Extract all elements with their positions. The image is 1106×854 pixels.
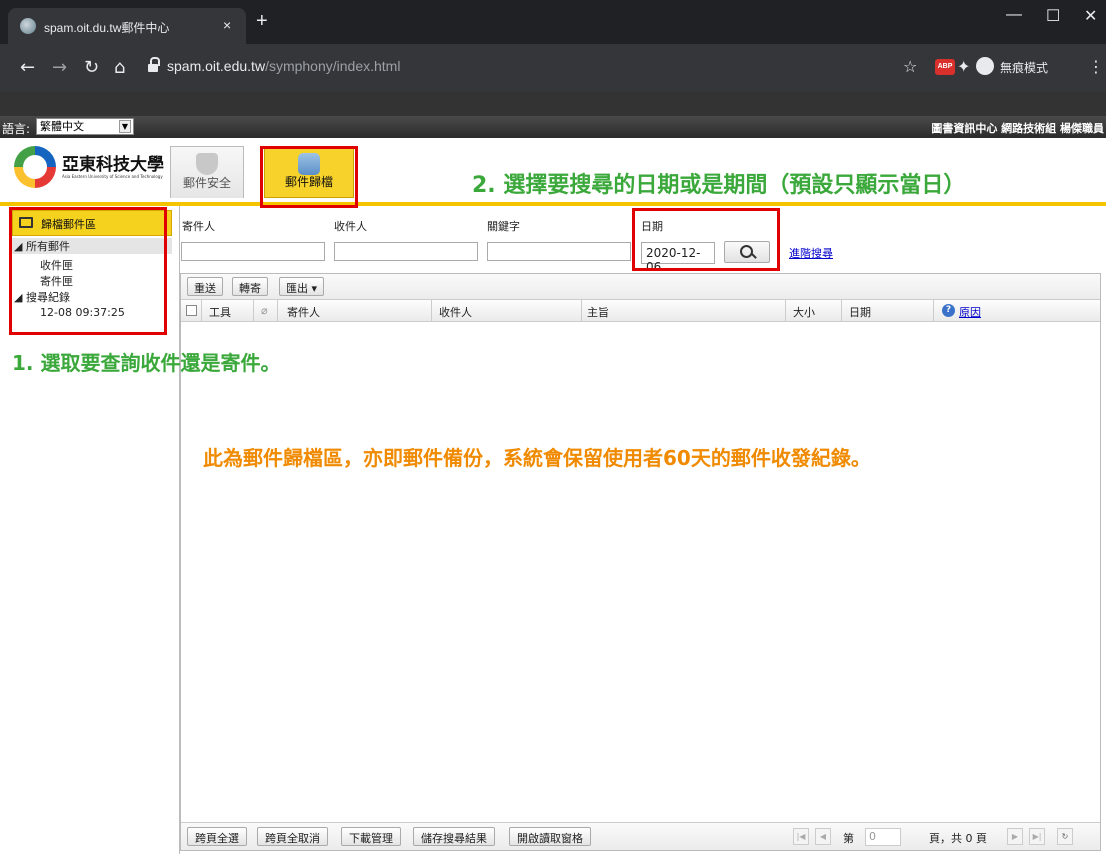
language-label: 語言:: [2, 122, 31, 136]
bookmarks-bar: [0, 92, 1106, 116]
select-all-checkbox[interactable]: [186, 305, 197, 316]
next-page-icon[interactable]: ▶: [1007, 828, 1023, 845]
column-date[interactable]: 日期: [849, 304, 871, 320]
recipient-input[interactable]: [334, 242, 478, 261]
download-management-button[interactable]: 下載管理: [341, 827, 401, 846]
extensions-icon[interactable]: ✦: [957, 57, 970, 76]
column-sender[interactable]: 寄件人: [287, 304, 320, 320]
annotation-box-date: [632, 208, 780, 271]
column-tools[interactable]: 工具: [209, 304, 231, 320]
recipient-label: 收件人: [334, 220, 367, 233]
forward-icon[interactable]: →: [52, 57, 67, 78]
window-close-icon[interactable]: ✕: [1084, 6, 1097, 26]
language-value: 繁體中文: [40, 120, 84, 133]
page-suffix: 頁，共 0 頁: [929, 832, 987, 845]
column-reason[interactable]: 原因: [959, 304, 981, 320]
tab-label: 郵件安全: [182, 176, 231, 190]
language-bar: 語言: 繁體中文 ▼ 圖書資訊中心 網路技術組 楊傑職員: [0, 116, 1106, 138]
prev-page-icon[interactable]: ◀: [815, 828, 831, 845]
university-logo: [14, 146, 56, 188]
column-size[interactable]: 大小: [793, 304, 815, 320]
browser-tabstrip: spam.oit.du.tw郵件中心 × + — ☐ ✕: [0, 0, 1106, 44]
annotation-step1: 1. 選取要查詢收件還是寄件。: [12, 351, 281, 375]
refresh-icon[interactable]: ↻: [1057, 828, 1073, 845]
shield-icon: [196, 153, 218, 175]
column-subject[interactable]: 主旨: [587, 304, 609, 320]
grid-toolbar: 重送 轉寄 匯出 ▾: [181, 274, 1100, 300]
browser-tab[interactable]: spam.oit.du.tw郵件中心 ×: [8, 8, 246, 44]
incognito-icon[interactable]: [976, 57, 994, 75]
menu-icon[interactable]: ⋮: [1088, 57, 1104, 76]
page-input[interactable]: 0: [865, 828, 901, 846]
star-icon[interactable]: ☆: [903, 57, 917, 76]
lock-icon: [148, 57, 160, 73]
first-page-icon[interactable]: |◀: [793, 828, 809, 845]
keyword-label: 關鍵字: [487, 220, 520, 233]
page-prefix: 第: [843, 832, 854, 845]
sender-label: 寄件人: [182, 220, 215, 233]
university-name: 亞東科技大學: [62, 155, 164, 175]
mail-grid: 重送 轉寄 匯出 ▾ 工具 ⌀ 寄件人 收件人 主旨 大小 日期 ? 原因 跨頁…: [180, 273, 1101, 851]
chevron-down-icon: ▼: [119, 120, 131, 133]
advanced-search-link[interactable]: 進階搜尋: [789, 245, 833, 261]
export-button[interactable]: 匯出 ▾: [279, 277, 325, 296]
favicon-icon: [20, 18, 36, 34]
annotation-box-sidebar: [9, 207, 167, 335]
annotation-step2: 2. 選擇要搜尋的日期或是期間（預設只顯示當日）: [472, 173, 966, 198]
grid-header: 工具 ⌀ 寄件人 收件人 主旨 大小 日期 ? 原因: [181, 300, 1100, 322]
university-english-name: Asia Eastern University of Science and T…: [62, 174, 163, 179]
help-icon[interactable]: ?: [942, 304, 955, 317]
keyword-input[interactable]: [487, 242, 631, 261]
adblock-icon[interactable]: ABP: [935, 59, 955, 75]
reload-icon[interactable]: ↻: [84, 57, 99, 78]
tab-close-icon[interactable]: ×: [223, 17, 231, 33]
tab-mail-security[interactable]: 郵件安全: [170, 146, 244, 198]
deselect-all-pages-button[interactable]: 跨頁全取消: [257, 827, 328, 846]
save-search-results-button[interactable]: 儲存搜尋結果: [413, 827, 495, 846]
browser-toolbar: ← → ↻ ⌂ spam.oit.edu.tw/symphony/index.h…: [0, 44, 1106, 92]
resend-button[interactable]: 重送: [187, 277, 223, 296]
open-reading-pane-button[interactable]: 開啟讀取窗格: [509, 827, 591, 846]
language-select[interactable]: 繁體中文 ▼: [36, 118, 134, 135]
incognito-label: 無痕模式: [1000, 61, 1049, 75]
maximize-icon[interactable]: ☐: [1046, 6, 1060, 26]
back-icon[interactable]: ←: [20, 57, 35, 78]
tab-title: spam.oit.du.tw郵件中心: [44, 21, 170, 35]
forward-button[interactable]: 轉寄: [232, 277, 268, 296]
column-recipient[interactable]: 收件人: [439, 304, 472, 320]
minimize-icon[interactable]: —: [1006, 6, 1022, 24]
user-info[interactable]: 圖書資訊中心 網路技術組 楊傑職員: [931, 120, 1104, 136]
url-host: spam.oit.edu.tw: [167, 58, 266, 74]
new-tab-button[interactable]: +: [256, 10, 268, 33]
home-icon[interactable]: ⌂: [114, 57, 125, 78]
address-bar[interactable]: spam.oit.edu.tw/symphony/index.html: [167, 58, 400, 74]
sender-input[interactable]: [181, 242, 325, 261]
last-page-icon[interactable]: ▶|: [1029, 828, 1045, 845]
grid-footer: 跨頁全選 跨頁全取消 下載管理 儲存搜尋結果 開啟讀取窗格 |◀ ◀ 第 0 頁…: [181, 822, 1100, 850]
annotation-box-archive-tab: [260, 146, 358, 208]
attachment-icon: ⌀: [261, 304, 268, 317]
url-path: /symphony/index.html: [265, 58, 401, 74]
select-all-pages-button[interactable]: 跨頁全選: [187, 827, 247, 846]
annotation-note: 此為郵件歸檔區，亦即郵件備份，系統會保留使用者60天的郵件收發紀錄。: [203, 446, 871, 470]
export-label: 匯出: [286, 282, 308, 295]
